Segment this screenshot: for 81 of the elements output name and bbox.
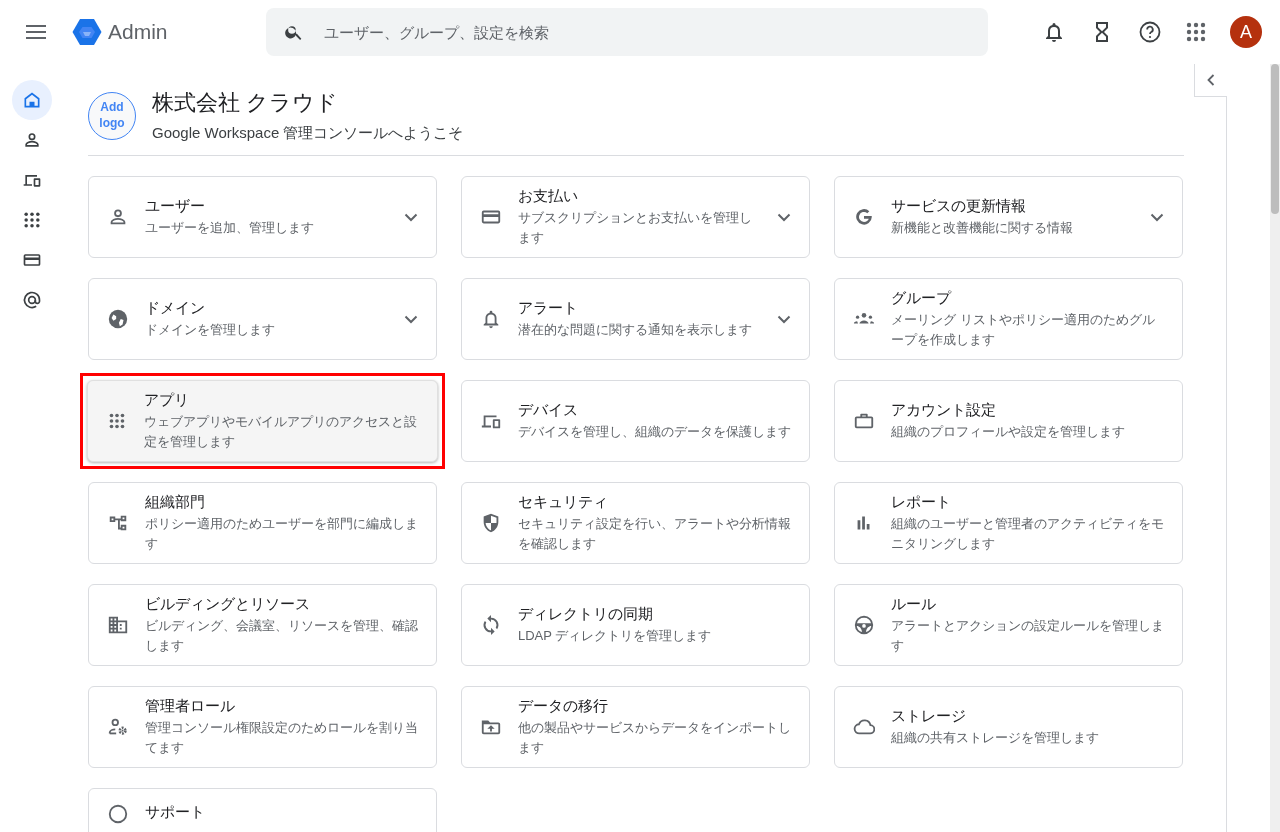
console-card[interactable]: ディレクトリの同期 LDAP ディレクトリを管理します — [461, 584, 810, 666]
card-title: ルール — [891, 594, 937, 614]
building-icon — [107, 614, 129, 636]
card-description: 他の製品やサービスからデータをインポートします — [518, 718, 791, 757]
console-card[interactable]: 管理者ロール 管理コンソール権限設定のためロールを割り当てます — [88, 686, 437, 768]
console-card[interactable]: ドメイン ドメインを管理します — [88, 278, 437, 360]
card-description: ユーザーを追加、管理します — [145, 218, 315, 237]
menu-icon[interactable] — [26, 25, 46, 39]
card-description: 組織のユーザーと管理者のアクティビティをモニタリングします — [891, 514, 1164, 553]
welcome-subtitle: Google Workspace 管理コンソールへようこそ — [152, 124, 464, 143]
card-description: デバイスを管理し、組織のデータを保護します — [518, 422, 791, 441]
person-gear-icon — [107, 716, 129, 738]
person-icon — [22, 130, 42, 150]
card-description: ビルディング、会議室、リソースを管理、確認します — [145, 616, 418, 655]
card-description: ポリシー適用のためユーザーを部門に編成します — [145, 514, 418, 553]
console-card[interactable]: アラート 潜在的な問題に関する通知を表示します — [461, 278, 810, 360]
search-field[interactable]: ユーザー、グループ、設定を検索 — [266, 8, 988, 56]
console-card[interactable]: データの移行 他の製品やサービスからデータをインポートします — [461, 686, 810, 768]
globe-icon — [107, 308, 129, 330]
home-icon — [22, 90, 42, 110]
card-title: アラート — [518, 298, 579, 318]
console-card[interactable]: ストレージ 組織の共有ストレージを管理します — [834, 686, 1183, 768]
at-sign-icon — [22, 290, 42, 310]
account-avatar[interactable]: A — [1230, 16, 1262, 48]
card-title: ストレージ — [891, 706, 967, 726]
console-card[interactable]: ルール アラートとアクションの設定ルールを管理します — [834, 584, 1183, 666]
card-description: 潜在的な問題に関する通知を表示します — [518, 320, 753, 339]
card-title: ビルディングとリソース — [145, 594, 311, 614]
card-description: 組織の共有ストレージを管理します — [891, 728, 1100, 747]
console-card[interactable]: レポート 組織のユーザーと管理者のアクティビティをモニタリングします — [834, 482, 1183, 564]
chevron-left-icon — [1206, 74, 1215, 86]
card-description: ドメインを管理します — [145, 320, 276, 339]
card-title: セキュリティ — [518, 492, 609, 512]
g-letter-icon — [853, 206, 875, 228]
console-card[interactable]: 組織部門 ポリシー適用のためユーザーを部門に編成します — [88, 482, 437, 564]
steering-wheel-icon — [853, 614, 875, 636]
console-card[interactable]: アプリ ウェブアプリやモバイルアプリのアクセスと設定を管理します — [87, 380, 438, 462]
app-name: Admin — [108, 20, 168, 44]
card-title: グループ — [891, 288, 953, 308]
card-title: ドメイン — [145, 298, 206, 318]
sidebar-item[interactable] — [12, 80, 52, 120]
card-description: サブスクリプションとお支払いを管理します — [518, 208, 753, 247]
chevron-down-icon[interactable] — [404, 212, 418, 222]
card-description: メーリング リストやポリシー適用のためグループを作成します — [891, 310, 1156, 349]
card-title: 管理者ロール — [145, 696, 236, 716]
card-title: アカウント設定 — [891, 400, 997, 420]
console-card[interactable]: セキュリティ セキュリティ設定を行い、アラートや分析情報を確認します — [461, 482, 810, 564]
console-card[interactable]: グループ メーリング リストやポリシー適用のためグループを作成します — [834, 278, 1183, 360]
card-title: デバイス — [518, 400, 579, 420]
card-title: 組織部門 — [145, 492, 206, 512]
console-card[interactable]: サービスの更新情報 新機能と改善機能に関する情報 — [834, 176, 1183, 258]
organization-name: 株式会社 クラウド — [152, 89, 340, 117]
apps-grid-icon[interactable] — [1186, 22, 1206, 42]
scrollbar[interactable] — [1270, 64, 1280, 832]
card-description: アラートとアクションの設定ルールを管理します — [891, 616, 1164, 655]
card-description: ウェブアプリやモバイルアプリのアクセスと設定を管理します — [144, 412, 418, 451]
card-title: ディレクトリの同期 — [518, 604, 654, 624]
card-description: 組織のプロフィールや設定を管理します — [891, 422, 1126, 441]
chevron-down-icon[interactable] — [777, 314, 791, 324]
console-card[interactable]: お支払い サブスクリプションとお支払いを管理します — [461, 176, 810, 258]
dots-grid-icon — [22, 210, 42, 230]
chevron-down-icon[interactable] — [404, 314, 418, 324]
chevron-down-icon[interactable] — [777, 212, 791, 222]
card-title: データの移行 — [518, 696, 609, 716]
card-title: サポート — [145, 803, 206, 822]
console-card[interactable]: ユーザー ユーザーを追加、管理します — [88, 176, 437, 258]
card-description: 管理コンソール権限設定のためロールを割り当てます — [145, 718, 418, 757]
card-title: レポート — [891, 492, 952, 512]
card-description: 新機能と改善機能に関する情報 — [891, 218, 1074, 237]
console-card[interactable]: デバイス デバイスを管理し、組織のデータを保護します — [461, 380, 810, 462]
console-card[interactable]: ビルディングとリソース ビルディング、会議室、リソースを管理、確認します — [88, 584, 437, 666]
console-card[interactable]: サポート — [88, 788, 437, 832]
card-description: LDAP ディレクトリを管理します — [518, 626, 713, 645]
card-title: サービスの更新情報 — [891, 196, 1027, 216]
hexagon-logo-icon — [72, 18, 102, 46]
chevron-down-icon[interactable] — [1150, 212, 1164, 222]
card-title: アプリ — [144, 390, 190, 410]
card-title: お支払い — [518, 186, 579, 206]
console-card[interactable]: アカウント設定 組織のプロフィールや設定を管理します — [834, 380, 1183, 462]
card-title: ユーザー — [145, 196, 206, 216]
card-description: セキュリティ設定を行い、アラートや分析情報を確認します — [518, 514, 791, 553]
